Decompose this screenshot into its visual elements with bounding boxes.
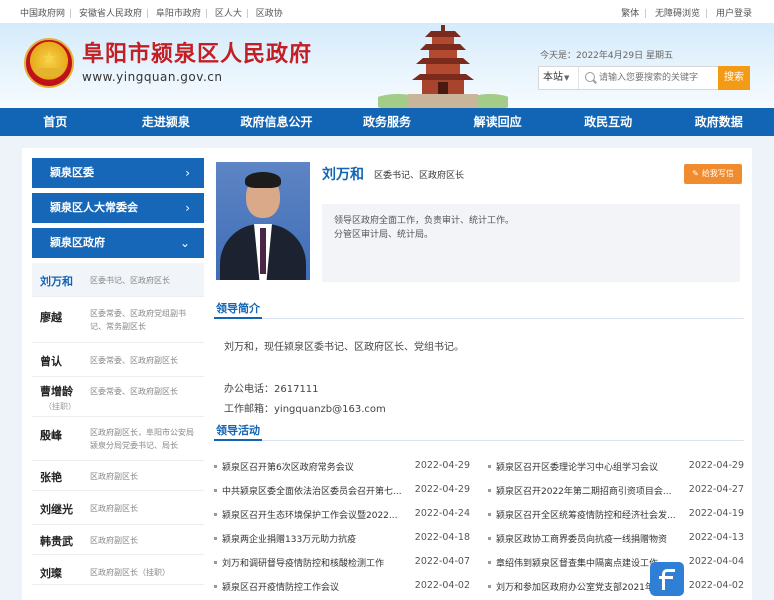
activity-item[interactable]: 颍泉区召开第6次区政府常务会议 2022-04-29: [214, 458, 470, 476]
nav-about-yingquan[interactable]: 走进颍泉: [111, 108, 222, 136]
main-nav: 首页 走进颍泉 政府信息公开 政务服务 解读回应 政民互动 政府数据: [0, 108, 774, 136]
sidebar-group-district-government[interactable]: 颍泉区政府 ⌄: [32, 228, 204, 258]
sidebar-group-party-committee[interactable]: 颍泉区委 ›: [32, 158, 204, 188]
user-login-link[interactable]: 用户登录: [716, 9, 752, 19]
chevron-down-icon: ⌄: [179, 236, 190, 250]
activity-item[interactable]: 中共颍泉区委全面依法治区委员会召开第七... 2022-04-29: [214, 482, 470, 500]
nav-gov-data[interactable]: 政府数据: [663, 108, 774, 136]
work-email[interactable]: 工作邮箱：yingquanzb@163.com: [224, 400, 386, 415]
leader-duties: 领导区政府全面工作，负责审计、统计工作。 分管区审计局、统计局。: [322, 204, 740, 282]
activity-heading: 领导活动: [216, 424, 260, 437]
chevron-right-icon: ›: [185, 201, 190, 215]
leader-title: 区委书记、区政府区长: [374, 171, 465, 181]
activity-item[interactable]: 颍泉区召开生态环境保护工作会议暨2022... 2022-04-24: [214, 506, 470, 524]
leader-bio: 刘万和，现任颍泉区委书记、区政府区长、党组书记。: [224, 342, 464, 353]
leader-name: 刘万和: [322, 167, 364, 183]
sidebar-person-liu-wanhe[interactable]: 刘万和 区委书记、区政府区长: [32, 263, 204, 297]
chevron-right-icon: ›: [185, 166, 190, 180]
link-district-cppcc[interactable]: 区政协: [256, 9, 283, 19]
activity-item[interactable]: 颍泉两企业捐赠133万元助力抗疫 2022-04-18: [214, 530, 470, 548]
sidebar-person-liao-yue[interactable]: 廖越 区委常委、区政府党组副书记、常务副区长: [32, 297, 204, 343]
activity-item[interactable]: 颍泉区召开疫情防控工作会议 2022-04-02: [214, 578, 470, 596]
search-button[interactable]: 搜索: [718, 66, 750, 90]
activity-item[interactable]: 刘万和参加区政府办公室党支部2021年度... 2022-04-02: [488, 578, 744, 596]
sidebar-person-zhang-yan[interactable]: 张艳 区政府副区长: [32, 461, 204, 491]
nav-info-disclosure[interactable]: 政府信息公开: [221, 108, 332, 136]
site-url: www.yingquan.gov.cn: [82, 70, 223, 84]
search-scope-select[interactable]: 本站▼: [539, 67, 579, 89]
activity-item[interactable]: 颍泉区政协工商界委员向抗疫一线捐赠物资 2022-04-13: [488, 530, 744, 548]
link-gov-cn[interactable]: 中国政府网: [20, 9, 65, 19]
current-date: 今天是：2022年4月29日 星期五: [540, 51, 673, 61]
site-title[interactable]: 阜阳市颍泉区人民政府: [82, 36, 312, 68]
nav-interpretation[interactable]: 解读回应: [442, 108, 553, 136]
sidebar-group-npc-committee[interactable]: 颍泉区人大常委会 ›: [32, 193, 204, 223]
utility-links: 繁体 | 无障碍浏览 | 用户登录: [621, 9, 752, 19]
accessibility-link[interactable]: 无障碍浏览: [655, 9, 700, 19]
office-phone: 办公电话：2617111: [224, 384, 319, 395]
activity-item[interactable]: 颍泉区召开全区统筹疫情防控和经济社会发... 2022-04-19: [488, 506, 744, 524]
nav-home[interactable]: 首页: [0, 108, 111, 136]
site-header: ★ 阜阳市颍泉区人民政府 www.yingquan.gov.cn 今天是：202…: [0, 24, 774, 108]
nav-interaction[interactable]: 政民互动: [553, 108, 664, 136]
national-emblem-icon: ★: [24, 38, 74, 88]
search-box: 本站▼ 搜索: [538, 66, 750, 90]
link-district-npc[interactable]: 区人大: [215, 9, 242, 19]
activity-item[interactable]: 刘万和调研督导疫情防控和核酸检测工作 2022-04-07: [214, 554, 470, 572]
sidebar-person-yin-feng[interactable]: 殷峰 区政府副区长，阜阳市公安局颍泉分局党委书记、局长: [32, 417, 204, 461]
nav-gov-services[interactable]: 政务服务: [332, 108, 443, 136]
section-divider: [214, 439, 744, 441]
sidebar-person-liu-can[interactable]: 刘璨 区政府副区长（挂职）: [32, 555, 204, 585]
sidebar-person-cao-zengling[interactable]: 曹增龄 区委常委、区政府副区长 （挂职）: [32, 377, 204, 417]
search-icon: [585, 72, 595, 82]
activity-item[interactable]: 章绍伟到颍泉区督查集中隔离点建设工作 2022-04-04: [488, 554, 744, 572]
pen-icon: ✎: [692, 169, 699, 178]
write-letter-button[interactable]: ✎ 给我写信: [684, 164, 742, 184]
section-divider: [214, 317, 744, 319]
content-panel: 颍泉区委 › 颍泉区人大常委会 › 颍泉区政府 ⌄ 刘万和 区委书记、区政府区长 廖越…: [22, 148, 752, 600]
leader-sidebar: 颍泉区委 › 颍泉区人大常委会 › 颍泉区政府 ⌄ 刘万和 区委书记、区政府区长 廖越…: [32, 158, 204, 585]
link-anhui-gov[interactable]: 安徽省人民政府: [79, 9, 142, 19]
link-fuyang-gov[interactable]: 阜阳市政府: [156, 9, 201, 19]
sidebar-person-han-guiwu[interactable]: 韩贵武 区政府副区长: [32, 525, 204, 555]
intro-heading: 领导简介: [216, 302, 260, 315]
floating-app-icon[interactable]: [650, 562, 684, 596]
traditional-chinese-link[interactable]: 繁体: [621, 9, 639, 19]
activity-item[interactable]: 颍泉区召开2022年第二期招商引资项目会... 2022-04-27: [488, 482, 744, 500]
top-utility-bar: 中国政府网 | 安徽省人民政府 | 阜阳市政府 | 区人大 | 区政协 繁体 | 无障碍浏…: [0, 0, 774, 24]
search-input[interactable]: [599, 69, 717, 87]
sidebar-person-zeng-ren[interactable]: 曾认 区委常委、区政府副区长: [32, 343, 204, 377]
sidebar-person-liu-jiguang[interactable]: 刘继光 区政府副区长: [32, 491, 204, 525]
external-links: 中国政府网 | 安徽省人民政府 | 阜阳市政府 | 区人大 | 区政协: [20, 9, 283, 19]
pagoda-illustration: [378, 25, 508, 108]
activity-item[interactable]: 颍泉区召开区委理论学习中心组学习会议 2022-04-29: [488, 458, 744, 476]
leader-photo: [216, 162, 310, 280]
